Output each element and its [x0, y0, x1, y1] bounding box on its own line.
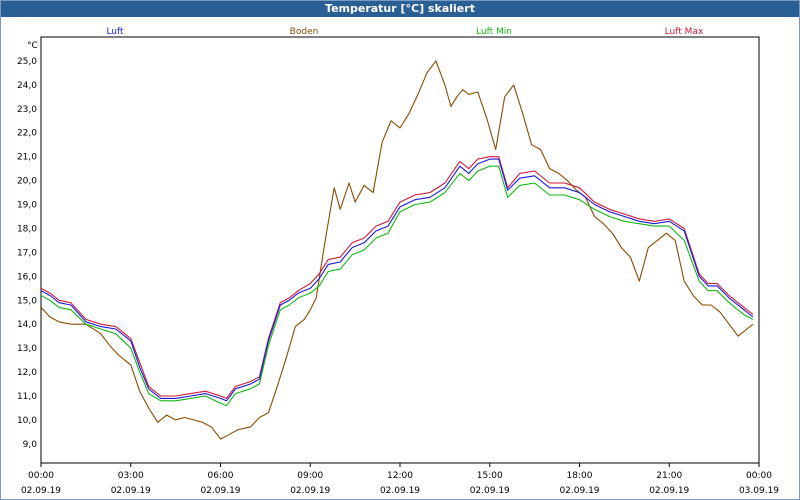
temperature-chart: Luft Boden Luft Min Luft Max 9,0 10,0 11,0 12,… — [17, 27, 779, 496]
chart-window: Temperatur [°C] skaliert Luft Boden Luft M… — [0, 0, 800, 500]
x-tick-date-label: 02.09.19 — [649, 486, 689, 496]
y-tick-label: 14,0 — [17, 320, 37, 330]
legend-entry: Luft Max — [665, 27, 704, 37]
y-tick-label: 16,0 — [17, 272, 37, 282]
y-tick-label: 23,0 — [17, 105, 37, 115]
y-tick-label: 11,0 — [17, 392, 37, 402]
x-tick-time-label: 09:00 — [297, 471, 323, 481]
y-tick-label: 20,0 — [17, 177, 37, 187]
legend: Luft Boden Luft Min Luft Max — [106, 27, 704, 37]
x-tick-date-label: 03.09.19 — [739, 486, 779, 496]
x-tick-time-label: 15:00 — [477, 471, 503, 481]
y-tick-label: 19,0 — [17, 201, 37, 211]
axes: 9,0 10,0 11,0 12,0 13,0 14,0 15,0 16,0 17,0 18,0 1… — [17, 36, 779, 496]
x-tick-time-label: 03:00 — [118, 471, 144, 481]
x-tick-time-label: 18:00 — [567, 471, 593, 481]
y-axis-label: °C — [27, 41, 38, 51]
y-tick-label: 13,0 — [17, 344, 37, 354]
y-tick-label: 18,0 — [17, 224, 37, 234]
x-tick-date-label: 02.09.19 — [380, 486, 420, 496]
plot-area — [40, 36, 760, 464]
y-tick-label: 22,0 — [17, 129, 37, 139]
x-tick-time-label: 21:00 — [656, 471, 682, 481]
y-tick-label: 17,0 — [17, 248, 37, 258]
x-tick-time-label: 12:00 — [387, 471, 413, 481]
legend-entry: Boden — [290, 27, 319, 37]
y-tick-label: 10,0 — [17, 416, 37, 426]
x-tick-date-label: 02.09.19 — [200, 486, 240, 496]
y-tick-label: 9,0 — [23, 440, 38, 450]
x-tick-time-label: 00:00 — [28, 471, 54, 481]
y-tick-label: 12,0 — [17, 368, 37, 378]
y-tick-label: 25,0 — [17, 57, 37, 67]
y-tick-label: 24,0 — [17, 81, 37, 91]
legend-entry: Luft — [106, 27, 124, 37]
x-tick-date-label: 02.09.19 — [111, 486, 151, 496]
x-tick-date-label: 02.09.19 — [470, 486, 510, 496]
y-tick-label: 21,0 — [17, 153, 37, 163]
legend-entry: Luft Min — [476, 27, 512, 37]
x-tick-date-label: 02.09.19 — [559, 486, 599, 496]
x-tick-date-label: 02.09.19 — [290, 486, 330, 496]
x-tick-time-label: 06:00 — [208, 471, 234, 481]
y-tick-label: 15,0 — [17, 296, 37, 306]
x-tick-time-label: 00:00 — [746, 471, 772, 481]
x-tick-date-label: 02.09.19 — [21, 486, 61, 496]
